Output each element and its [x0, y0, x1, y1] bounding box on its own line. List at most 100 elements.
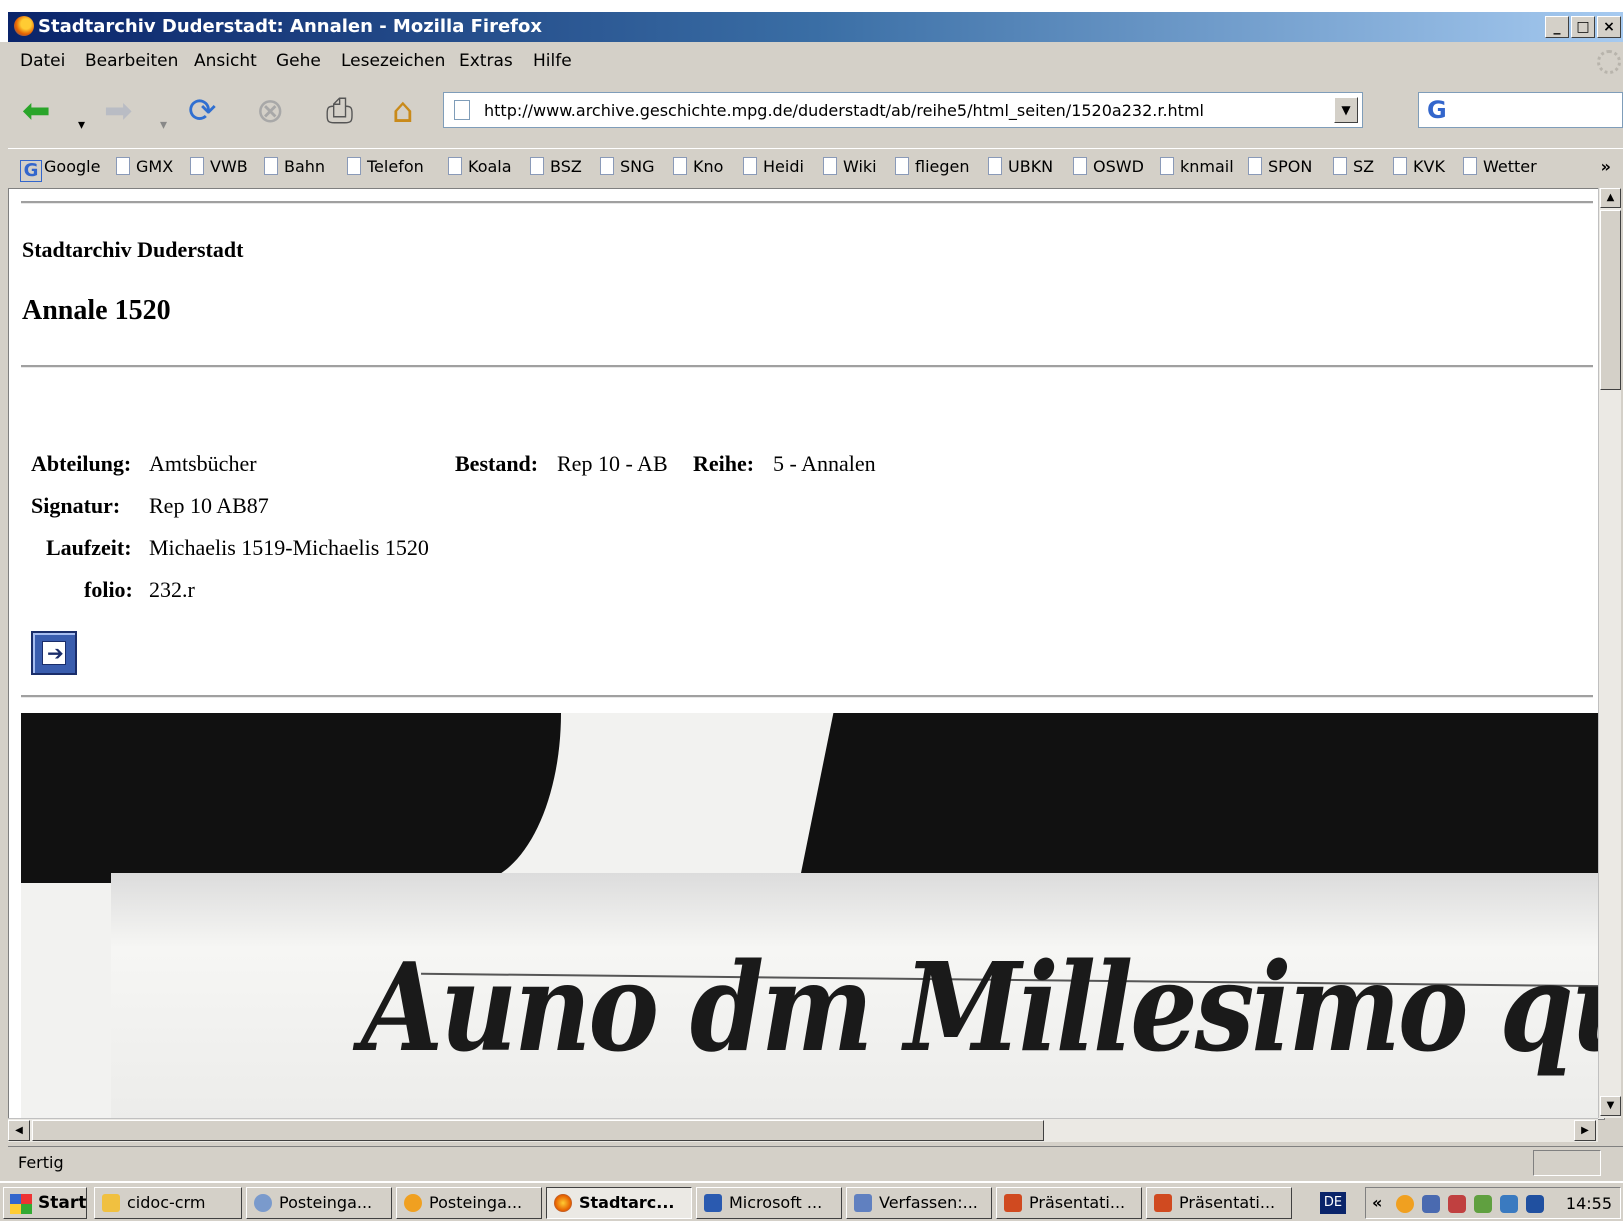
horizontal-scrollbar[interactable]: ◀ ▶: [8, 1118, 1598, 1142]
print-icon[interactable]: ⎙: [326, 94, 353, 128]
vertical-scrollbar[interactable]: ▲ ▼: [1598, 188, 1621, 1118]
page-icon: [1463, 157, 1477, 175]
bookmark-bahn[interactable]: Bahn: [264, 157, 325, 176]
taskbar-item-microsoft-word[interactable]: Microsoft ...: [696, 1187, 842, 1219]
laufzeit-label: Laufzeit:: [46, 535, 132, 560]
horizontal-scroll-thumb[interactable]: [32, 1120, 1044, 1141]
maximize-button[interactable]: □: [1571, 16, 1595, 38]
start-button[interactable]: Start: [3, 1187, 87, 1219]
compose-icon: [854, 1194, 872, 1212]
bookmark-google[interactable]: G Google: [20, 157, 100, 182]
page-icon: [448, 157, 462, 175]
folio-label: folio:: [84, 577, 133, 602]
tray-audio-icon[interactable]: [1526, 1195, 1544, 1213]
page-icon: [988, 157, 1002, 175]
scroll-down-arrow-icon[interactable]: ▼: [1600, 1096, 1621, 1116]
menu-ansicht[interactable]: Ansicht: [194, 51, 257, 71]
page-icon: [190, 157, 204, 175]
bookmark-heidi[interactable]: Heidi: [743, 157, 804, 176]
back-arrow-icon[interactable]: ⬅: [22, 94, 51, 128]
scan-shadow-left: [21, 713, 561, 883]
scan-shadow-right: [801, 713, 1604, 873]
google-search-icon[interactable]: G: [1427, 96, 1447, 124]
bookmark-bsz[interactable]: BSZ: [530, 157, 582, 176]
status-bar: Fertig: [8, 1146, 1623, 1178]
bookmark-sng[interactable]: SNG: [600, 157, 655, 176]
taskbar-item-verfassen[interactable]: Verfassen:...: [846, 1187, 992, 1219]
url-dropdown-icon[interactable]: ▼: [1334, 97, 1358, 123]
bookmark-gmx[interactable]: GMX: [116, 157, 173, 176]
page-icon: [743, 157, 757, 175]
bookmark-vwb[interactable]: VWB: [190, 157, 248, 176]
menu-lesezeichen[interactable]: Lesezeichen: [341, 51, 445, 71]
page-icon: [823, 157, 837, 175]
reload-icon[interactable]: ⟳: [188, 94, 217, 128]
forward-history-dropdown-icon[interactable]: ▾: [160, 108, 167, 142]
signatur-value: Rep 10 AB87: [149, 493, 269, 518]
bookmark-kvk[interactable]: KVK: [1393, 157, 1445, 176]
menu-gehe[interactable]: Gehe: [276, 51, 321, 71]
bookmark-sz[interactable]: SZ: [1333, 157, 1374, 176]
bookmark-oswd[interactable]: OSWD: [1073, 157, 1144, 176]
google-icon: G: [20, 160, 42, 182]
tray-connection-icon[interactable]: [1500, 1195, 1518, 1213]
menu-bearbeiten[interactable]: Bearbeiten: [85, 51, 178, 71]
page-icon: [673, 157, 687, 175]
tray-expand-icon[interactable]: «: [1372, 1193, 1382, 1212]
bookmark-wetter[interactable]: Wetter: [1463, 157, 1537, 176]
clock-mail-icon: [404, 1194, 422, 1212]
forward-arrow-icon[interactable]: ➡: [104, 94, 133, 128]
menu-datei[interactable]: Datei: [20, 51, 65, 71]
language-indicator[interactable]: DE: [1320, 1192, 1346, 1214]
url-bar[interactable]: http://www.archive.geschichte.mpg.de/dud…: [443, 92, 1363, 128]
reihe-label: Reihe:: [693, 451, 755, 476]
scroll-left-arrow-icon[interactable]: ◀: [8, 1120, 30, 1141]
bookmark-kno[interactable]: Kno: [673, 157, 723, 176]
bookmark-koala[interactable]: Koala: [448, 157, 512, 176]
reihe-value: 5 - Annalen: [773, 451, 876, 476]
taskbar-item-cidoc-crm[interactable]: cidoc-crm: [94, 1187, 242, 1219]
bookmark-spon[interactable]: SPON: [1248, 157, 1312, 176]
page-icon: [116, 157, 130, 175]
powerpoint-icon: [1154, 1194, 1172, 1212]
taskbar-item-posteingang-1[interactable]: Posteinga...: [246, 1187, 392, 1219]
signatur-label: Signatur:: [31, 493, 121, 518]
bookmark-fliegen[interactable]: fliegen: [895, 157, 970, 176]
taskbar-item-stadtarchiv[interactable]: Stadtarc...: [546, 1187, 692, 1219]
menu-bar: Datei Bearbeiten Ansicht Gehe Lesezeiche…: [8, 44, 1623, 78]
throbber-icon: [1597, 50, 1621, 74]
page-icon: [1073, 157, 1087, 175]
close-button[interactable]: ×: [1597, 16, 1621, 38]
stop-icon[interactable]: ⊗: [256, 94, 285, 128]
archive-name: Stadtarchiv Duderstadt: [22, 237, 244, 262]
bookmark-ubkn[interactable]: UBKN: [988, 157, 1053, 176]
tray-update-icon[interactable]: [1474, 1195, 1492, 1213]
taskbar-clock[interactable]: 14:55: [1566, 1194, 1612, 1213]
page-icon: [454, 100, 470, 120]
bookmarks-overflow-chevron-icon[interactable]: »: [1601, 157, 1611, 176]
tray-clock-icon[interactable]: [1396, 1195, 1414, 1213]
taskbar-item-praesentation-1[interactable]: Präsentati...: [996, 1187, 1142, 1219]
home-icon[interactable]: ⌂: [392, 94, 414, 128]
next-page-button[interactable]: ➔: [31, 631, 77, 675]
scroll-right-arrow-icon[interactable]: ▶: [1574, 1120, 1596, 1141]
bookmark-knmail[interactable]: knmail: [1160, 157, 1234, 176]
back-history-dropdown-icon[interactable]: ▾: [78, 108, 85, 142]
vertical-scroll-thumb[interactable]: [1600, 210, 1621, 390]
page-icon: [264, 157, 278, 175]
firefox-window: Stadtarchiv Duderstadt: Annalen - Mozill…: [0, 0, 1623, 1221]
search-input[interactable]: G: [1418, 92, 1623, 128]
bookmark-telefon[interactable]: Telefon: [347, 157, 424, 176]
menu-extras[interactable]: Extras: [459, 51, 513, 71]
tray-network-icon[interactable]: [1422, 1195, 1440, 1213]
tray-security-icon[interactable]: [1448, 1195, 1466, 1213]
menu-hilfe[interactable]: Hilfe: [533, 51, 572, 71]
url-text[interactable]: http://www.archive.geschichte.mpg.de/dud…: [484, 101, 1204, 120]
taskbar-item-posteingang-2[interactable]: Posteinga...: [396, 1187, 542, 1219]
minimize-button[interactable]: _: [1545, 16, 1569, 38]
taskbar-item-praesentation-2[interactable]: Präsentati...: [1146, 1187, 1292, 1219]
firefox-icon[interactable]: [14, 16, 34, 36]
page-icon: [895, 157, 909, 175]
bookmark-wiki[interactable]: Wiki: [823, 157, 877, 176]
scroll-up-arrow-icon[interactable]: ▲: [1600, 188, 1621, 208]
